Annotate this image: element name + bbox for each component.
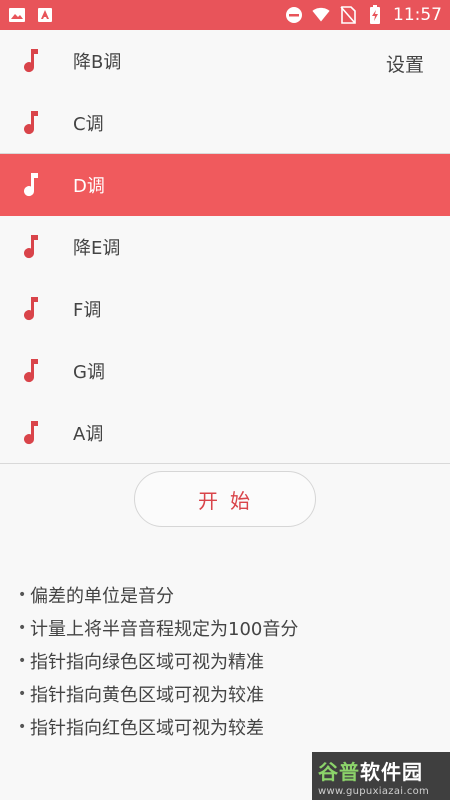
info-item: • 偏差的单位是音分	[18, 578, 438, 611]
app-notification-icon	[36, 6, 54, 24]
music-note-icon	[24, 111, 38, 135]
key-label: F调	[73, 300, 102, 321]
music-note-icon	[24, 173, 38, 197]
info-text: 偏差的单位是音分	[30, 585, 174, 607]
info-text: 指针指向黄色区域可视为较准	[30, 684, 264, 706]
start-button[interactable]: 开始	[134, 471, 316, 527]
status-time: 11:57	[393, 5, 442, 25]
key-item-c[interactable]: C调	[0, 92, 450, 154]
key-item-f[interactable]: F调	[0, 278, 450, 340]
watermark-title: 谷普软件园	[318, 756, 444, 785]
music-note-icon	[24, 297, 38, 321]
bullet-icon: •	[18, 586, 27, 603]
key-item-g[interactable]: G调	[0, 340, 450, 402]
bullet-icon: •	[18, 652, 27, 669]
key-item-e-flat[interactable]: 降E调	[0, 216, 450, 278]
key-item-d-selected[interactable]: D调	[0, 154, 450, 216]
music-note-icon	[24, 49, 38, 73]
do-not-disturb-icon	[285, 6, 303, 24]
key-label: 降E调	[73, 238, 121, 259]
info-text: 指针指向绿色区域可视为精准	[30, 651, 264, 673]
image-icon	[8, 6, 26, 24]
info-item: • 指针指向红色区域可视为较差	[18, 710, 438, 743]
info-item: • 计量上将半音音程规定为100音分	[18, 611, 438, 644]
key-label: 降B调	[73, 52, 122, 73]
music-note-icon	[24, 421, 38, 445]
key-item-a[interactable]: A调	[0, 402, 450, 464]
watermark-logo: 谷普软件园 www.gupuxiazai.com	[312, 752, 450, 800]
status-left	[8, 6, 54, 24]
status-right: 11:57	[285, 5, 442, 25]
watermark-title-part1: 谷普	[318, 760, 360, 784]
wifi-icon	[312, 6, 330, 24]
info-item: • 指针指向黄色区域可视为较准	[18, 677, 438, 710]
no-sim-icon	[339, 6, 357, 24]
info-text: 指针指向红色区域可视为较差	[30, 717, 264, 739]
watermark-title-part2: 软件园	[360, 760, 423, 784]
info-item: • 指针指向绿色区域可视为精准	[18, 644, 438, 677]
key-label: G调	[73, 362, 105, 383]
battery-charging-icon	[366, 5, 384, 24]
info-list: • 偏差的单位是音分 • 计量上将半音音程规定为100音分 • 指针指向绿色区域…	[18, 578, 438, 743]
music-note-icon	[24, 235, 38, 259]
key-label: A调	[73, 423, 104, 445]
key-list: 降B调 C调 D调 降E调 F调 G调 A调	[0, 30, 450, 464]
watermark-url: www.gupuxiazai.com	[318, 786, 430, 797]
music-note-icon	[24, 359, 38, 383]
info-text: 计量上将半音音程规定为100音分	[30, 618, 299, 640]
bullet-icon: •	[18, 718, 27, 735]
bullet-icon: •	[18, 619, 27, 636]
key-label: D调	[73, 176, 105, 197]
bullet-icon: •	[18, 685, 27, 702]
key-item-b-flat[interactable]: 降B调	[0, 30, 450, 92]
settings-button[interactable]: 设置	[386, 50, 424, 77]
key-label: C调	[73, 113, 104, 135]
status-bar: 11:57	[0, 0, 450, 30]
